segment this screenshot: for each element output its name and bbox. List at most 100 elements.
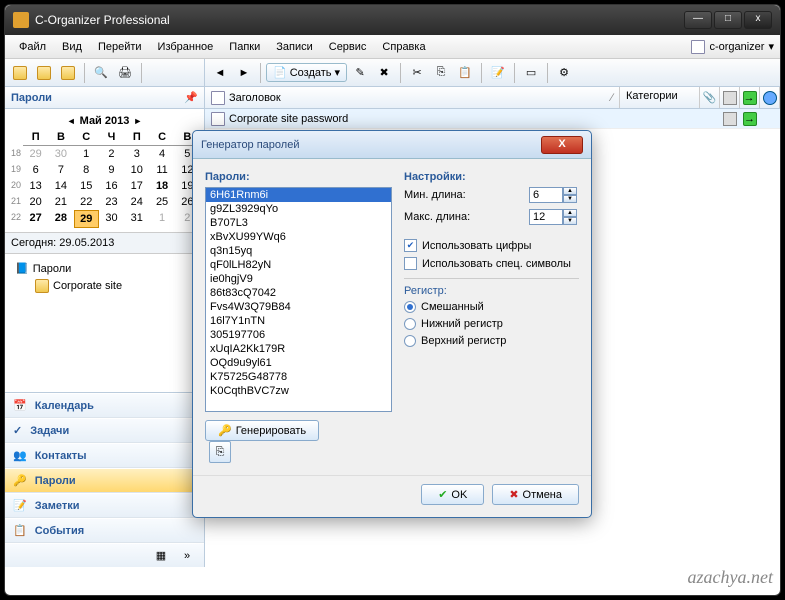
tree-root[interactable]: 📘 Пароли <box>11 260 198 277</box>
calendar-day[interactable]: 25 <box>149 194 174 210</box>
password-item[interactable]: Fvs4W3Q79B84 <box>206 300 391 314</box>
password-item[interactable]: 16l7Y1nTN <box>206 314 391 328</box>
copy-password-button[interactable]: ⎘ <box>209 441 231 463</box>
copy-icon[interactable] <box>723 112 737 126</box>
spin-down[interactable]: ▼ <box>563 217 577 225</box>
password-item[interactable]: B707L3 <box>206 216 391 230</box>
col-title[interactable]: Заголовок ∕ <box>205 87 620 108</box>
minimize-button[interactable]: — <box>684 11 712 29</box>
case-radio[interactable]: Смешанный <box>404 301 579 313</box>
folder-edit-button[interactable] <box>33 62 55 84</box>
calendar-day[interactable]: 3 <box>124 146 149 162</box>
calendar-day[interactable]: 29 <box>23 146 48 162</box>
nav-expand-button[interactable]: » <box>176 545 198 567</box>
note-button[interactable]: 📝 <box>487 62 509 84</box>
calendar-day[interactable]: 4 <box>149 146 174 162</box>
spin-up[interactable]: ▲ <box>563 187 577 195</box>
db-selector[interactable]: c-organizer <box>709 41 764 53</box>
menu-item[interactable]: Записи <box>268 38 321 56</box>
min-length-spinner[interactable]: ▲▼ <box>529 187 579 203</box>
folder-new-button[interactable] <box>9 62 31 84</box>
nav-календарь[interactable]: 📅Календарь <box>5 393 204 418</box>
close-button[interactable]: x <box>744 11 772 29</box>
menu-item[interactable]: Вид <box>54 38 90 56</box>
print-button[interactable]: 🖨 <box>114 62 136 84</box>
calendar-day[interactable]: 10 <box>124 162 149 178</box>
min-length-input[interactable] <box>529 187 563 203</box>
passwords-listbox[interactable]: 6H61Rnm6ig9ZL3929qYoB707L3xBvXU99YWq6q3n… <box>205 187 392 412</box>
nav-задачи[interactable]: ✓Задачи <box>5 418 204 443</box>
calendar-day[interactable]: 1 <box>149 210 174 228</box>
menu-item[interactable]: Перейти <box>90 38 150 56</box>
calendar-day[interactable]: 16 <box>99 178 124 194</box>
calendar-day[interactable]: 2 <box>99 146 124 162</box>
calendar-day[interactable]: 30 <box>99 210 124 228</box>
password-item[interactable]: 305197706 <box>206 328 391 342</box>
options-button[interactable]: ⚙ <box>553 62 575 84</box>
col-category[interactable]: Категории <box>620 87 700 108</box>
use-special-checkbox[interactable]: Использовать спец. символы <box>404 257 579 270</box>
folder-delete-button[interactable] <box>57 62 79 84</box>
calendar-day[interactable]: 22 <box>74 194 99 210</box>
calendar-prev[interactable]: ◄ <box>67 116 76 126</box>
dropdown-icon[interactable]: ▾ <box>768 40 774 53</box>
use-digits-checkbox[interactable]: ✔Использовать цифры <box>404 239 579 252</box>
password-item[interactable]: OQd9u9yl61 <box>206 356 391 370</box>
menu-item[interactable]: Папки <box>221 38 268 56</box>
col-attach[interactable]: 📎 <box>700 87 720 108</box>
password-item[interactable]: g9ZL3929qYo <box>206 202 391 216</box>
password-item[interactable]: 86t83cQ7042 <box>206 286 391 300</box>
calendar-next[interactable]: ► <box>133 116 142 126</box>
calendar-day[interactable]: 14 <box>48 178 73 194</box>
menu-item[interactable]: Сервис <box>321 38 375 56</box>
search-button[interactable]: 🔍 <box>90 62 112 84</box>
password-item[interactable]: xUqIA2Kk179R <box>206 342 391 356</box>
nav-пароли[interactable]: 🔑Пароли <box>5 468 204 493</box>
table-row[interactable]: Corporate site password → <box>205 109 780 129</box>
calendar-day[interactable]: 11 <box>149 162 174 178</box>
edit-button[interactable]: ✎ <box>349 62 371 84</box>
menu-item[interactable]: Справка <box>374 38 433 56</box>
nav-заметки[interactable]: 📝Заметки <box>5 493 204 518</box>
calendar-day[interactable]: 7 <box>48 162 73 178</box>
tree-child[interactable]: Corporate site <box>11 277 198 295</box>
copy-button[interactable]: ⎘ <box>430 62 452 84</box>
pin-icon[interactable]: 📌 <box>184 91 198 104</box>
menu-item[interactable]: Избранное <box>150 38 222 56</box>
calendar-day[interactable]: 30 <box>48 146 73 162</box>
dialog-titlebar[interactable]: Генератор паролей X <box>193 131 591 159</box>
calendar-day[interactable]: 29 <box>74 210 99 228</box>
password-item[interactable]: ie0hgjV9 <box>206 272 391 286</box>
calendar-day[interactable]: 13 <box>23 178 48 194</box>
menu-item[interactable]: Файл <box>11 38 54 56</box>
case-radio[interactable]: Нижний регистр <box>404 318 579 330</box>
calendar-month[interactable]: Май 2013 <box>80 115 130 127</box>
titlebar[interactable]: C-Organizer Professional — □ x <box>5 5 780 35</box>
calendar-day[interactable]: 17 <box>124 178 149 194</box>
generate-button[interactable]: 🔑 Генерировать <box>205 420 319 441</box>
calendar-day[interactable]: 18 <box>149 178 174 194</box>
col-link[interactable] <box>720 87 740 108</box>
cut-button[interactable]: ✂ <box>406 62 428 84</box>
create-button[interactable]: 📄 Создать ▾ <box>266 63 347 82</box>
paste-button[interactable]: 📋 <box>454 62 476 84</box>
password-item[interactable]: xBvXU99YWq6 <box>206 230 391 244</box>
calendar-day[interactable]: 9 <box>99 162 124 178</box>
max-length-spinner[interactable]: ▲▼ <box>529 209 579 225</box>
ok-button[interactable]: ✔OK <box>421 484 484 505</box>
spin-up[interactable]: ▲ <box>563 209 577 217</box>
calendar-day[interactable]: 31 <box>124 210 149 228</box>
case-radio[interactable]: Верхний регистр <box>404 335 579 347</box>
preview-button[interactable]: ▭ <box>520 62 542 84</box>
nav-config-button[interactable]: ▦ <box>150 545 172 567</box>
calendar-day[interactable]: 24 <box>124 194 149 210</box>
password-item[interactable]: q3n15yq <box>206 244 391 258</box>
password-item[interactable]: qF0lLH82yN <box>206 258 391 272</box>
col-go[interactable]: → <box>740 87 760 108</box>
delete-button[interactable]: ✖ <box>373 62 395 84</box>
calendar-day[interactable]: 15 <box>74 178 99 194</box>
password-item[interactable]: K0CqthBVC7zw <box>206 384 391 398</box>
max-length-input[interactable] <box>529 209 563 225</box>
calendar-day[interactable]: 6 <box>23 162 48 178</box>
calendar-day[interactable]: 21 <box>48 194 73 210</box>
